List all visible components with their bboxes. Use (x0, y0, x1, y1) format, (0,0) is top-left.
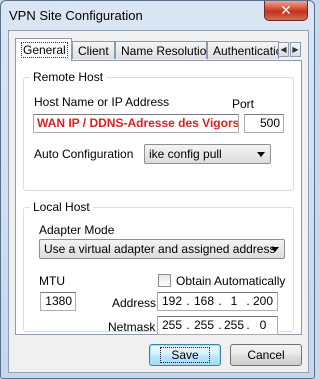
host-name-label: Host Name or IP Address (34, 95, 170, 109)
netmask-octet-2[interactable]: 255 (192, 317, 216, 334)
auto-configuration-select[interactable]: ike config pull (144, 144, 271, 164)
auto-configuration-value: ike config pull (149, 147, 222, 161)
remote-host-group-title: Remote Host (30, 70, 107, 84)
tab-name-resolution-label: Name Resolution (121, 44, 207, 58)
address-octet-4[interactable]: 200 (251, 293, 275, 310)
close-icon: ✕ (280, 2, 292, 18)
port-input[interactable]: 500 (244, 114, 284, 133)
window-title: VPN Site Configuration (9, 8, 143, 23)
obtain-automatically-label: Obtain Automatically (176, 274, 286, 288)
obtain-automatically-checkbox[interactable] (158, 274, 171, 287)
netmask-label: Netmask (108, 320, 156, 334)
netmask-octet-1[interactable]: 255 (160, 317, 184, 334)
chevron-left-icon: ◀ (280, 45, 287, 54)
tab-client-label: Client (78, 44, 109, 58)
mtu-input[interactable]: 1380 (40, 292, 76, 311)
vpn-site-config-window: VPN Site Configuration ✕ General Client … (0, 0, 315, 379)
save-button-label: Save (160, 347, 210, 363)
address-label: Address (112, 296, 157, 310)
mtu-value: 1380 (45, 294, 72, 308)
save-button[interactable]: Save (149, 344, 221, 366)
remote-host-group: Remote Host Host Name or IP Address Port… (23, 70, 294, 191)
tab-general-label: General (21, 42, 68, 58)
tab-client[interactable]: Client (72, 41, 115, 59)
host-name-input[interactable]: WAN IP / DDNS-Adresse des Vigors (33, 114, 239, 133)
tab-general[interactable]: General (15, 38, 72, 61)
netmask-octet-3[interactable]: 255 (222, 317, 246, 334)
general-tab-panel: Remote Host Host Name or IP Address Port… (15, 60, 302, 335)
adapter-mode-label: Adapter Mode (39, 223, 115, 237)
port-label: Port (232, 97, 255, 111)
tab-scroll-left-button[interactable]: ◀ (278, 42, 289, 57)
tab-name-resolution[interactable]: Name Resolution (115, 41, 207, 59)
address-dot: . (186, 294, 190, 308)
cancel-button[interactable]: Cancel (230, 344, 302, 366)
tab-authentication[interactable]: Authenticatic (207, 41, 279, 59)
address-ip-input[interactable]: 192 . 168 . 1 . 200 (157, 292, 278, 311)
local-host-group-title: Local Host (30, 200, 93, 214)
adapter-mode-select[interactable]: Use a virtual adapter and assigned addre… (39, 239, 285, 259)
tab-scroll-arrows: ◀ ▶ (278, 42, 302, 57)
address-octet-3[interactable]: 1 (222, 293, 246, 310)
chevron-down-icon (271, 247, 279, 252)
netmask-ip-input[interactable]: 255 . 255 . 255 . 0 (157, 316, 278, 335)
netmask-dot: . (186, 318, 190, 332)
title-bar[interactable]: VPN Site Configuration ✕ (1, 1, 314, 29)
dialog-client-area: General Client Name Resolution Authentic… (8, 30, 309, 373)
close-button[interactable]: ✕ (264, 1, 308, 21)
host-name-value: WAN IP / DDNS-Adresse des Vigors (37, 116, 239, 130)
netmask-octet-4[interactable]: 0 (251, 317, 275, 334)
address-octet-2[interactable]: 168 (192, 293, 216, 310)
port-value: 500 (259, 116, 280, 130)
chevron-right-icon: ▶ (292, 45, 299, 54)
chevron-down-icon (257, 152, 265, 157)
address-octet-1[interactable]: 192 (160, 293, 184, 310)
cancel-button-label: Cancel (247, 348, 285, 362)
auto-configuration-label: Auto Configuration (34, 147, 134, 161)
tab-authentication-label: Authenticatic (213, 44, 279, 58)
tab-strip: General Client Name Resolution Authentic… (15, 38, 302, 61)
mtu-label: MTU (39, 274, 65, 288)
tab-scroll-right-button[interactable]: ▶ (290, 42, 301, 57)
adapter-mode-value: Use a virtual adapter and assigned addre… (44, 242, 276, 256)
